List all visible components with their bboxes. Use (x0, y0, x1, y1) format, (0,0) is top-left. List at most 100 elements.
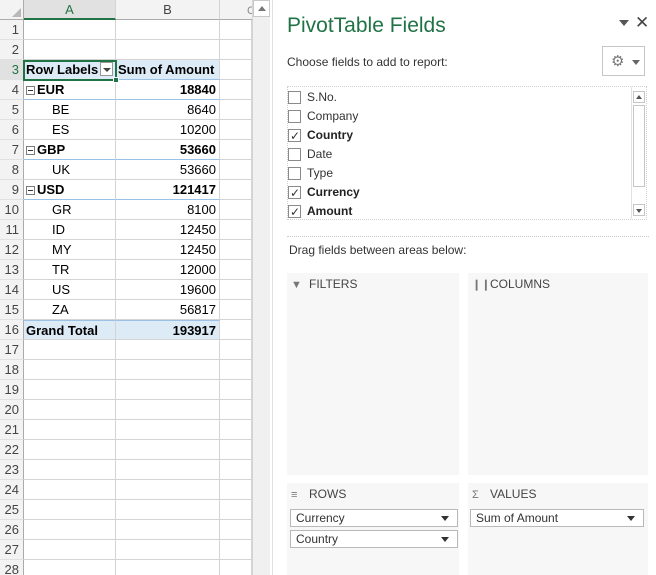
cell-a[interactable] (24, 480, 116, 500)
scroll-thumb[interactable] (633, 105, 645, 187)
cell-a[interactable] (24, 520, 116, 540)
field-item[interactable]: Company (288, 107, 628, 126)
checkbox[interactable] (288, 110, 301, 123)
filter-dropdown-icon[interactable] (100, 62, 113, 76)
row-header[interactable]: 7 (0, 140, 24, 160)
cell-b[interactable] (116, 340, 220, 360)
scroll-up-arrow-icon[interactable] (633, 91, 645, 103)
row-header[interactable]: 8 (0, 160, 24, 180)
field-list-scrollbar[interactable] (631, 87, 646, 219)
cell-a[interactable]: GBP (24, 140, 116, 160)
row-header[interactable]: 2 (0, 40, 24, 60)
cell-b[interactable] (116, 560, 220, 575)
row-header[interactable]: 24 (0, 480, 24, 500)
row-header[interactable]: 18 (0, 360, 24, 380)
tools-button[interactable]: ⚙ (602, 46, 645, 76)
cell-c[interactable] (220, 60, 252, 80)
cell-c[interactable] (220, 300, 252, 320)
checkbox[interactable] (288, 167, 301, 180)
row-header[interactable]: 27 (0, 540, 24, 560)
cell-c[interactable] (220, 240, 252, 260)
column-header-c[interactable]: C (220, 0, 252, 20)
row-labels-header[interactable]: Row Labels (24, 60, 116, 80)
sum-of-amount-header[interactable]: Sum of Amount (116, 60, 220, 80)
grand-total-value[interactable]: 193917 (116, 320, 220, 340)
cell-c[interactable] (220, 320, 252, 340)
pivot-row-value[interactable]: 18840 (116, 80, 220, 100)
row-header[interactable]: 17 (0, 340, 24, 360)
close-icon[interactable]: ✕ (635, 13, 649, 33)
column-header-b[interactable]: B (116, 0, 220, 20)
row-header[interactable]: 16 (0, 320, 24, 340)
row-header[interactable]: 25 (0, 500, 24, 520)
cell-b[interactable] (116, 40, 220, 60)
row-header[interactable]: 26 (0, 520, 24, 540)
pivot-row-value[interactable]: 56817 (116, 300, 220, 320)
checkbox[interactable] (288, 91, 301, 104)
cell-a[interactable] (24, 380, 116, 400)
checkbox-checked[interactable] (288, 203, 301, 222)
row-header[interactable]: 5 (0, 100, 24, 120)
field-item[interactable]: S.No. (288, 88, 628, 107)
pivot-row-value[interactable]: 121417 (116, 180, 220, 200)
field-item[interactable]: Type (288, 164, 628, 183)
grand-total-label[interactable]: Grand Total (24, 320, 116, 340)
pivot-row-value[interactable]: 12450 (116, 220, 220, 240)
cell-b[interactable] (116, 460, 220, 480)
row-header[interactable]: 11 (0, 220, 24, 240)
cell-c[interactable] (220, 340, 252, 360)
pivot-row-value[interactable]: 53660 (116, 160, 220, 180)
cell-c[interactable] (220, 40, 252, 60)
cell-b[interactable] (116, 360, 220, 380)
cell-c[interactable] (220, 460, 252, 480)
pivot-row-value[interactable]: 53660 (116, 140, 220, 160)
cell-c[interactable] (220, 140, 252, 160)
cell-c[interactable] (220, 480, 252, 500)
pane-options-chevron-icon[interactable] (619, 20, 629, 26)
scroll-down-arrow-icon[interactable] (633, 204, 645, 216)
field-item[interactable]: Currency (288, 183, 628, 203)
row-header[interactable]: 14 (0, 280, 24, 300)
cell-a[interactable] (24, 360, 116, 380)
cell-a[interactable] (24, 40, 116, 60)
rows-field-country[interactable]: Country (290, 530, 458, 548)
row-header[interactable]: 20 (0, 400, 24, 420)
checkbox-checked[interactable] (288, 127, 301, 146)
values-field-sum-of-amount[interactable]: Sum of Amount (470, 509, 644, 527)
row-header[interactable]: 19 (0, 380, 24, 400)
cell-b[interactable] (116, 440, 220, 460)
row-header[interactable]: 15 (0, 300, 24, 320)
cell-b[interactable] (116, 20, 220, 40)
columns-area[interactable]: ❙❙COLUMNS (468, 273, 648, 475)
cell-a[interactable]: ZA (24, 300, 116, 320)
cell-a[interactable] (24, 340, 116, 360)
cell-c[interactable] (220, 180, 252, 200)
cell-b[interactable] (116, 420, 220, 440)
cell-c[interactable] (220, 540, 252, 560)
cell-c[interactable] (220, 280, 252, 300)
select-all-corner[interactable] (0, 0, 24, 20)
pivot-row-value[interactable]: 12000 (116, 260, 220, 280)
collapse-minus-icon[interactable] (26, 186, 35, 195)
cell-c[interactable] (220, 20, 252, 40)
row-header[interactable]: 9 (0, 180, 24, 200)
cell-a[interactable] (24, 560, 116, 575)
cell-a[interactable] (24, 540, 116, 560)
cell-b[interactable] (116, 540, 220, 560)
cell-a[interactable]: MY (24, 240, 116, 260)
pivot-row-value[interactable]: 8100 (116, 200, 220, 220)
row-header[interactable]: 3 (0, 60, 24, 80)
rows-field-currency[interactable]: Currency (290, 509, 458, 527)
cell-c[interactable] (220, 500, 252, 520)
pivot-row-value[interactable]: 19600 (116, 280, 220, 300)
worksheet[interactable]: A B C 1 2 3 4 5 6 7 8 9 10 11 12 13 14 15 16 17 18 19 20 21 2… (0, 0, 252, 575)
cell-c[interactable] (220, 360, 252, 380)
cell-c[interactable] (220, 400, 252, 420)
cell-a[interactable]: TR (24, 260, 116, 280)
scroll-up-arrow-icon[interactable] (253, 0, 270, 17)
cell-a[interactable] (24, 420, 116, 440)
row-header[interactable]: 22 (0, 440, 24, 460)
checkbox[interactable] (288, 148, 301, 161)
cell-b[interactable] (116, 380, 220, 400)
cell-c[interactable] (220, 200, 252, 220)
